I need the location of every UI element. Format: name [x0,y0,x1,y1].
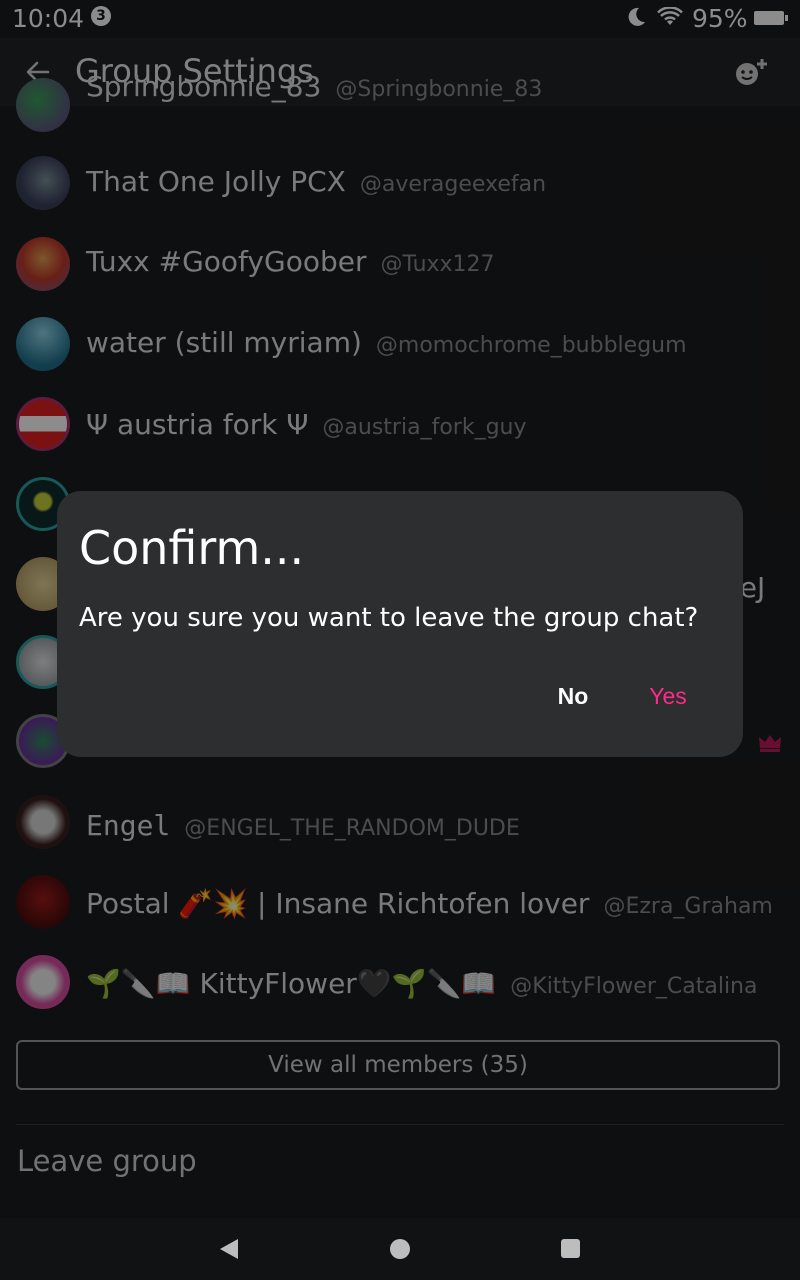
nav-back-icon[interactable] [219,1238,239,1265]
nav-recents-icon[interactable] [561,1239,580,1258]
yes-button[interactable]: Yes [637,671,699,721]
no-button[interactable]: No [542,671,604,721]
app-screen: 10:04 3 95% Group Settings Springbonnie_… [0,0,800,1218]
dialog-title: Confirm... [79,521,305,575]
dialog-message: Are you sure you want to leave the group… [79,603,699,633]
system-nav-bar [0,1218,800,1280]
confirm-dialog: Confirm... Are you sure you want to leav… [57,491,743,757]
nav-home-icon[interactable] [390,1239,410,1259]
